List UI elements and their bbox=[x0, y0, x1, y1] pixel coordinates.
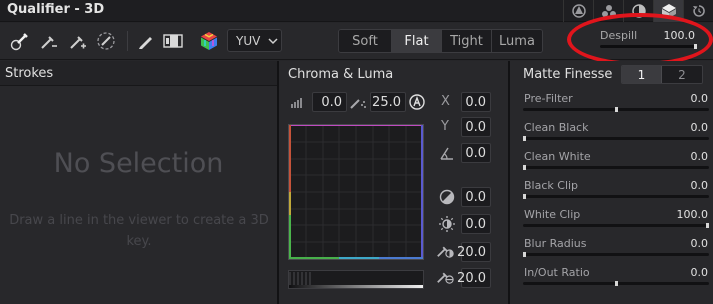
luma-range-icon bbox=[288, 93, 306, 111]
x-axis-label: X bbox=[441, 94, 450, 109]
mode-flat-button[interactable]: Flat bbox=[392, 30, 442, 52]
picker-icon[interactable] bbox=[8, 29, 32, 53]
pre-filter-value[interactable]: 0.0 bbox=[691, 92, 709, 105]
chroma-luma-title: Chroma & Luma bbox=[288, 67, 394, 82]
clean-black-slider[interactable] bbox=[523, 136, 709, 141]
clean-white-row[interactable]: Clean White 0.0 bbox=[523, 150, 709, 172]
in-out-ratio-value[interactable]: 0.0 bbox=[691, 266, 709, 279]
in-out-ratio-slider[interactable] bbox=[523, 281, 709, 286]
black-clip-slider-handle[interactable] bbox=[523, 194, 526, 199]
mode-luma-button[interactable]: Luma bbox=[492, 30, 542, 52]
black-clip-value[interactable]: 0.0 bbox=[691, 179, 709, 192]
toolbar-separator bbox=[127, 31, 128, 51]
matte-finesse-panel: Matte Finesse 1 2 Pre-Filter 0.0 Clean B… bbox=[510, 61, 713, 304]
y-axis-label: Y bbox=[441, 119, 449, 134]
chroma-luma-panel: Chroma & Luma 0.0 25.0 X 0.0 Y 0.0 0.0 0… bbox=[279, 61, 508, 304]
pre-filter-row[interactable]: Pre-Filter 0.0 bbox=[523, 92, 709, 114]
luma-range-bar[interactable] bbox=[288, 270, 424, 289]
highlight-toggle-icon[interactable] bbox=[161, 29, 185, 53]
matte-tabs: 1 2 bbox=[621, 65, 703, 84]
chevron-down-icon bbox=[268, 34, 278, 48]
clean-white-slider-handle[interactable] bbox=[523, 165, 526, 170]
in-out-ratio-row[interactable]: In/Out Ratio 0.0 bbox=[523, 266, 709, 288]
adjust-field-3[interactable]: 20.0 bbox=[457, 242, 491, 262]
picker-subtract-icon[interactable] bbox=[37, 29, 61, 53]
mode-soft-button[interactable]: Soft bbox=[339, 30, 392, 52]
angle-icon bbox=[438, 144, 456, 162]
black-clip-slider[interactable] bbox=[523, 194, 709, 199]
picker-softness-icon bbox=[436, 241, 454, 259]
strokes-panel: Strokes No Selection Draw a line in the … bbox=[0, 61, 277, 304]
y-offset-field[interactable]: 0.0 bbox=[461, 117, 491, 137]
chroma-viewer[interactable] bbox=[288, 124, 424, 260]
clean-black-slider-handle[interactable] bbox=[523, 136, 526, 141]
empty-hint-text: Draw a line in the viewer to create a 3D… bbox=[9, 213, 269, 249]
blur-radius-slider[interactable] bbox=[523, 252, 709, 257]
in-out-ratio-slider-handle[interactable] bbox=[614, 281, 618, 286]
color-space-dropdown[interactable]: YUV bbox=[227, 29, 282, 52]
luma-low-field[interactable]: 0.0 bbox=[312, 92, 347, 112]
pre-filter-label: Pre-Filter bbox=[524, 92, 573, 105]
blur-radius-value[interactable]: 0.0 bbox=[691, 237, 709, 250]
clean-white-slider[interactable] bbox=[523, 165, 709, 170]
adjust-field-4[interactable]: 20.0 bbox=[457, 268, 491, 288]
picker-luma-icon bbox=[436, 267, 454, 285]
mode-tight-button[interactable]: Tight bbox=[442, 30, 492, 52]
white-clip-label: White Clip bbox=[524, 208, 581, 221]
white-clip-row[interactable]: White Clip 100.0 bbox=[523, 208, 709, 230]
angle-field[interactable]: 0.0 bbox=[461, 143, 491, 163]
pre-filter-slider-handle[interactable] bbox=[614, 107, 618, 112]
adjust-field-2[interactable]: 0.0 bbox=[461, 214, 491, 234]
auto-icon[interactable] bbox=[408, 93, 426, 111]
white-clip-slider[interactable] bbox=[523, 223, 709, 228]
blur-radius-label: Blur Radius bbox=[524, 237, 587, 250]
black-clip-row[interactable]: Black Clip 0.0 bbox=[523, 179, 709, 201]
window-title: Qualifier - 3D bbox=[7, 2, 105, 17]
white-clip-value[interactable]: 100.0 bbox=[677, 208, 709, 221]
clean-black-value[interactable]: 0.0 bbox=[691, 121, 709, 134]
clean-white-value[interactable]: 0.0 bbox=[691, 150, 709, 163]
pre-filter-slider[interactable] bbox=[523, 107, 709, 112]
strokes-header: Strokes bbox=[0, 61, 277, 86]
no-selection-text: No Selection bbox=[53, 148, 224, 179]
picker-add-icon[interactable] bbox=[66, 29, 90, 53]
annotation-ellipse bbox=[567, 13, 713, 66]
softness-picker-icon bbox=[349, 93, 367, 111]
color-space-value: YUV bbox=[236, 33, 261, 48]
black-clip-label: Black Clip bbox=[524, 179, 579, 192]
adjust-field-1[interactable]: 0.0 bbox=[461, 187, 491, 207]
in-out-ratio-label: In/Out Ratio bbox=[524, 266, 590, 279]
clean-black-row[interactable]: Clean Black 0.0 bbox=[523, 121, 709, 143]
blur-radius-slider-handle[interactable] bbox=[523, 252, 526, 257]
highlight-pen-icon[interactable] bbox=[134, 29, 158, 53]
blur-radius-row[interactable]: Blur Radius 0.0 bbox=[523, 237, 709, 259]
matte-finesse-title: Matte Finesse bbox=[523, 67, 613, 82]
clean-white-label: Clean White bbox=[524, 150, 591, 163]
clean-black-label: Clean Black bbox=[524, 121, 589, 134]
strokes-title: Strokes bbox=[5, 66, 54, 81]
matte-tab-2[interactable]: 2 bbox=[662, 66, 702, 83]
color-cube-icon[interactable] bbox=[197, 29, 221, 53]
picker-feather-icon[interactable] bbox=[95, 29, 119, 53]
qualifier-style-segmented: Soft Flat Tight Luma bbox=[338, 29, 543, 53]
softness-field[interactable]: 25.0 bbox=[370, 92, 406, 112]
hsl-qualifier-icon[interactable] bbox=[563, 0, 593, 22]
brightness-icon bbox=[438, 215, 456, 233]
x-offset-field[interactable]: 0.0 bbox=[461, 92, 491, 112]
white-clip-slider-handle[interactable] bbox=[706, 223, 709, 228]
matte-tab-1[interactable]: 1 bbox=[622, 66, 662, 83]
contrast-icon bbox=[438, 188, 456, 206]
